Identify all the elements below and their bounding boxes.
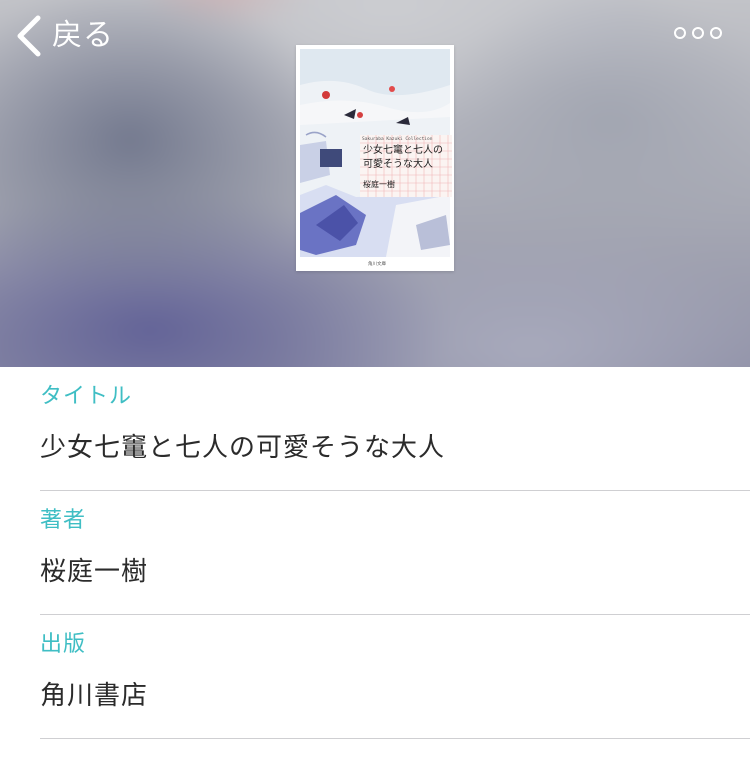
header-backdrop: 戻る Sakuraba Kazuki Collection 少女七竃と七人の 可… bbox=[0, 0, 750, 367]
back-button[interactable]: 戻る bbox=[14, 12, 114, 60]
more-dots-icon bbox=[674, 27, 686, 39]
back-label: 戻る bbox=[52, 18, 114, 53]
cover-title-line2: 可愛そうな大人 bbox=[363, 157, 433, 170]
more-options-button[interactable] bbox=[674, 22, 722, 44]
book-details-list: タイトル 少女七竃と七人の可愛そうな大人 著者 桜庭一樹 出版 角川書店 bbox=[0, 367, 750, 739]
author-value: 桜庭一樹 bbox=[40, 557, 149, 587]
cover-series-text: Sakuraba Kazuki Collection bbox=[362, 136, 433, 142]
chevron-left-icon bbox=[17, 15, 41, 57]
author-label: 著者 bbox=[40, 508, 87, 533]
author-field: 著者 桜庭一樹 bbox=[40, 491, 750, 615]
book-detail-screen: 戻る Sakuraba Kazuki Collection 少女七竃と七人の 可… bbox=[0, 0, 750, 757]
book-cover-art: Sakuraba Kazuki Collection 少女七竃と七人の 可愛そう… bbox=[300, 49, 452, 267]
title-value: 少女七竃と七人の可愛そうな大人 bbox=[40, 433, 446, 463]
more-dots-icon bbox=[710, 27, 722, 39]
publisher-field: 出版 角川書店 bbox=[40, 615, 750, 739]
cover-title-line1: 少女七竃と七人の bbox=[363, 143, 443, 156]
title-field: タイトル 少女七竃と七人の可愛そうな大人 bbox=[40, 367, 750, 491]
publisher-label: 出版 bbox=[40, 632, 87, 657]
title-label: タイトル bbox=[40, 384, 133, 409]
more-dots-icon bbox=[692, 27, 704, 39]
book-cover-image: Sakuraba Kazuki Collection 少女七竃と七人の 可愛そう… bbox=[296, 45, 454, 271]
cover-author: 桜庭一樹 bbox=[363, 179, 395, 189]
publisher-value: 角川書店 bbox=[40, 681, 149, 711]
cover-publisher-mark: 角川文庫 bbox=[368, 260, 386, 267]
